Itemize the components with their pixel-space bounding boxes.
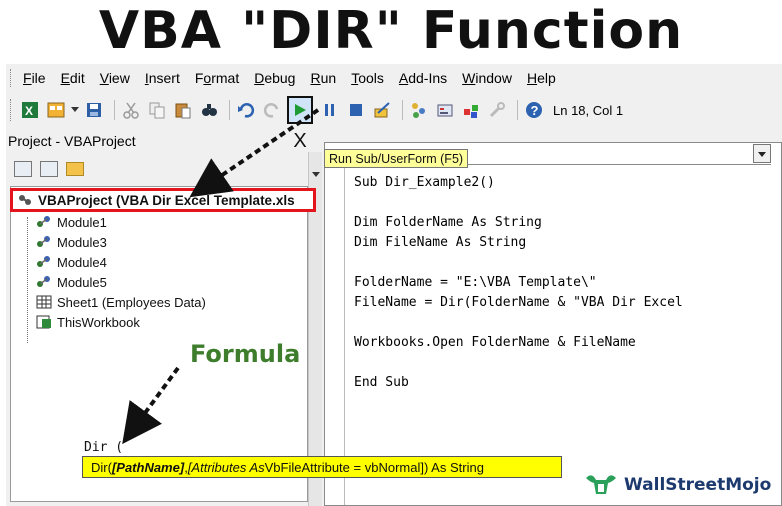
cut-icon[interactable] bbox=[120, 99, 142, 121]
svg-text:?: ? bbox=[531, 103, 539, 118]
menu-file[interactable]: File bbox=[23, 70, 46, 86]
cursor-position-readout: Ln 18, Col 1 bbox=[553, 102, 624, 118]
typed-dir-text: Dir ( bbox=[84, 440, 124, 455]
menu-format[interactable]: Format bbox=[195, 70, 239, 86]
brand-name: WallStreetMojo bbox=[624, 475, 772, 495]
module-icon bbox=[36, 275, 52, 289]
insert-module-icon[interactable] bbox=[45, 99, 67, 121]
dropdown-arrow-icon[interactable] bbox=[753, 144, 771, 163]
menu-debug[interactable]: Debug bbox=[254, 70, 295, 86]
tree-item-sheet1[interactable]: Sheet1 (Employees Data) bbox=[36, 292, 206, 312]
help-icon[interactable]: ? bbox=[523, 99, 545, 121]
tree-item-label: Sheet1 (Employees Data) bbox=[57, 294, 206, 310]
module-icon bbox=[36, 255, 52, 269]
workbook-icon bbox=[36, 315, 52, 329]
reset-icon[interactable] bbox=[345, 99, 367, 121]
project-toolbar bbox=[6, 156, 306, 182]
tree-item-module4[interactable]: Module4 bbox=[36, 252, 107, 272]
module-icon bbox=[36, 215, 52, 229]
menu-insert[interactable]: Insert bbox=[145, 70, 180, 86]
module-icon bbox=[36, 235, 52, 249]
close-icon[interactable]: X bbox=[289, 130, 311, 152]
sheet-icon bbox=[36, 295, 52, 309]
redo-icon[interactable] bbox=[261, 99, 283, 121]
toolbar-grip bbox=[10, 99, 13, 121]
code-line: FileName = Dir(FolderName & "VBA Dir Exc… bbox=[354, 295, 683, 310]
tree-item-label: Module1 bbox=[57, 214, 107, 230]
run-tooltip: Run Sub/UserForm (F5) bbox=[324, 149, 469, 168]
code-line: Workbooks.Open FolderName & FileName bbox=[354, 335, 636, 350]
menu-run[interactable]: Run bbox=[310, 70, 336, 86]
page-headline: VBA "DIR" Function bbox=[98, 1, 684, 61]
run-sub-button[interactable] bbox=[287, 96, 313, 124]
play-icon bbox=[295, 104, 306, 116]
tree-item-label: Module3 bbox=[57, 234, 107, 250]
svg-text:X: X bbox=[25, 104, 33, 118]
save-icon[interactable] bbox=[83, 99, 105, 121]
tree-item-thisworkbook[interactable]: ThisWorkbook bbox=[36, 312, 140, 332]
undo-icon[interactable] bbox=[235, 99, 257, 121]
scroll-down-icon[interactable] bbox=[312, 172, 320, 177]
excel-view-icon[interactable]: X bbox=[19, 99, 41, 121]
menu-grip bbox=[10, 69, 13, 87]
tree-item-label: ThisWorkbook bbox=[57, 314, 140, 330]
standard-toolbar: X ? Ln 18, Col 1 bbox=[6, 94, 782, 126]
toolbar-separator bbox=[114, 100, 115, 120]
view-code-icon[interactable] bbox=[14, 161, 32, 177]
tree-item-label: Module4 bbox=[57, 254, 107, 270]
menu-help[interactable]: Help bbox=[527, 70, 556, 86]
properties-icon[interactable] bbox=[434, 99, 456, 121]
tree-item-label: Module5 bbox=[57, 274, 107, 290]
toolbar-separator bbox=[517, 100, 518, 120]
view-object-icon[interactable] bbox=[40, 161, 58, 177]
tree-root-label: VBAProject (VBA Dir Excel Template.xls bbox=[38, 192, 295, 208]
code-line: Sub Dir_Example2() bbox=[354, 175, 495, 190]
break-icon[interactable] bbox=[319, 99, 341, 121]
wallstreetmojo-logo: WallStreetMojo bbox=[584, 470, 771, 500]
sig-param-attributes: [Attributes As bbox=[187, 459, 265, 475]
vba-project-icon bbox=[17, 193, 33, 207]
project-explorer-title: Project - VBAProject bbox=[8, 133, 136, 149]
code-line: End Sub bbox=[354, 375, 409, 390]
code-line: Dim FileName As String bbox=[354, 235, 527, 250]
menu-bar: File Edit View Insert Format Debug Run T… bbox=[6, 64, 782, 92]
toolbar-separator bbox=[402, 100, 403, 120]
find-icon[interactable] bbox=[198, 99, 220, 121]
sig-rest: VbFileAttribute = vbNormal]) As String bbox=[264, 459, 484, 475]
paste-icon[interactable] bbox=[172, 99, 194, 121]
dir-signature-tooltip: Dir([PathName], [Attributes As VbFileAtt… bbox=[82, 456, 562, 478]
chevron-down-icon[interactable] bbox=[71, 99, 79, 121]
tree-root-vbaproject[interactable]: VBAProject (VBA Dir Excel Template.xls bbox=[10, 188, 316, 212]
sig-prefix: Dir( bbox=[91, 459, 112, 475]
object-browser-icon[interactable] bbox=[460, 99, 482, 121]
tree-item-module5[interactable]: Module5 bbox=[36, 272, 107, 292]
toolbar-separator bbox=[229, 100, 230, 120]
tree-item-module1[interactable]: Module1 bbox=[36, 212, 107, 232]
code-window[interactable]: Sub Dir_Example2() Dim FolderName As Str… bbox=[324, 142, 782, 506]
menu-tools[interactable]: Tools bbox=[351, 70, 384, 86]
code-line: Dim FolderName As String bbox=[354, 215, 542, 230]
toolbox-icon[interactable] bbox=[486, 99, 508, 121]
code-line: FolderName = "E:\VBA Template\" bbox=[354, 275, 597, 290]
bull-logo-icon bbox=[584, 472, 618, 498]
code-margin bbox=[325, 165, 345, 505]
menu-view[interactable]: View bbox=[100, 70, 130, 86]
menu-window[interactable]: Window bbox=[462, 70, 512, 86]
design-mode-icon[interactable] bbox=[371, 99, 393, 121]
tree-item-module3[interactable]: Module3 bbox=[36, 232, 107, 252]
project-explorer-icon[interactable] bbox=[408, 99, 430, 121]
sig-param-pathname: [PathName] bbox=[111, 459, 185, 475]
menu-add-ins[interactable]: Add-Ins bbox=[399, 70, 447, 86]
menu-edit[interactable]: Edit bbox=[61, 70, 85, 86]
toggle-folders-icon[interactable] bbox=[66, 162, 84, 176]
formula-callout-label: Formula bbox=[190, 340, 301, 368]
copy-icon[interactable] bbox=[146, 99, 168, 121]
